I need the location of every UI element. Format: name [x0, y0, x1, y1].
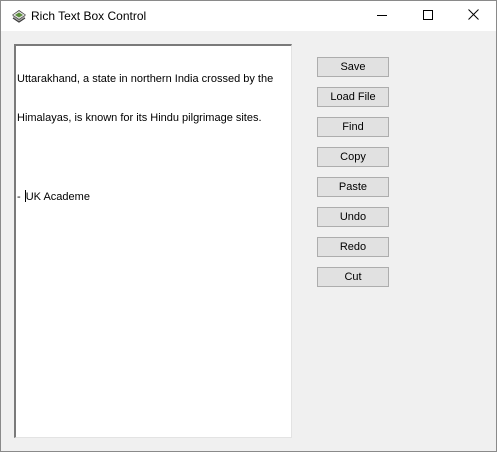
copy-button[interactable]: Copy [317, 147, 389, 167]
text-line-with-caret: - UK Academe [17, 190, 287, 204]
find-button[interactable]: Find [317, 117, 389, 137]
minimize-button[interactable] [359, 1, 405, 31]
text-prefix: - [17, 191, 24, 203]
minimize-icon [377, 7, 387, 25]
client-area: Uttarakhand, a state in northern India c… [1, 31, 496, 451]
text-suffix: UK Academe [25, 191, 90, 203]
redo-button[interactable]: Redo [317, 237, 389, 257]
title-bar[interactable]: Rich Text Box Control [1, 1, 496, 31]
undo-button[interactable]: Undo [317, 207, 389, 227]
window-title: Rich Text Box Control [31, 9, 147, 23]
maximize-icon [423, 7, 433, 25]
cut-button[interactable]: Cut [317, 267, 389, 287]
paste-button[interactable]: Paste [317, 177, 389, 197]
close-button[interactable] [450, 1, 496, 31]
rich-text-box[interactable]: Uttarakhand, a state in northern India c… [14, 44, 292, 438]
save-button[interactable]: Save [317, 57, 389, 77]
text-line: Uttarakhand, a state in northern India c… [17, 73, 274, 85]
close-icon [467, 7, 479, 25]
rich-text-app-icon [11, 8, 27, 24]
text-line: Himalayas, is known for its Hindu pilgri… [17, 112, 262, 124]
text-line [17, 151, 287, 164]
maximize-button[interactable] [405, 1, 451, 31]
load-file-button[interactable]: Load File [317, 87, 389, 107]
rich-text-content[interactable]: Uttarakhand, a state in northern India c… [17, 47, 287, 230]
app-window: Rich Text Box Control Uttarakhand, a sta… [0, 0, 497, 452]
